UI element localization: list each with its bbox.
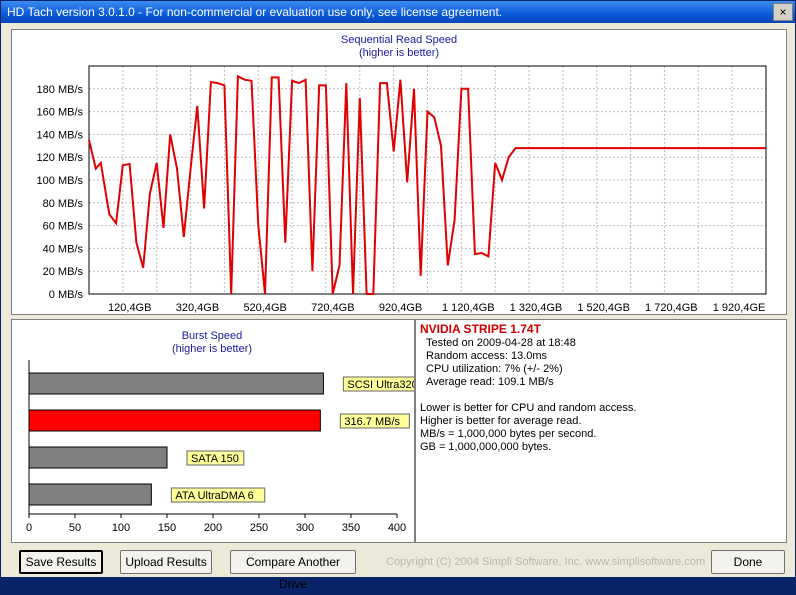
read-x-tick-label: 520,4GB <box>243 302 286 314</box>
note-gb-definition: GB = 1,000,000,000 bytes. <box>420 441 552 453</box>
tested-date: Tested on 2009-04-28 at 18:48 <box>426 337 576 349</box>
compare-another-drive-button[interactable]: Compare Another Drive <box>230 550 356 591</box>
read-x-tick-label: 1 720,4GB <box>645 302 698 314</box>
title-bar: HD Tach version 3.0.1.0 - For non-commer… <box>1 1 795 23</box>
save-results-button[interactable]: Save Results <box>19 550 103 574</box>
burst-chart: 0 50 100 150 200 250 300 350 400 SCSI Ultra320 316… <box>26 360 414 534</box>
burst-bar <box>28 483 152 506</box>
upload-results-button[interactable]: Upload Results <box>120 550 212 574</box>
sequential-read-panel: Sequential Read Speed (higher is better)… <box>11 29 787 315</box>
results-info-panel: NVIDIA STRIPE 1.74T Tested on 2009-04-28… <box>415 319 787 543</box>
burst-bar-label: ATA UltraDMA 6 <box>175 490 253 502</box>
copyright-text: Copyright (C) 2004 Simpli Software, Inc.… <box>386 556 706 568</box>
burst-bar-label: 316.7 MB/s <box>344 416 400 428</box>
note-mbs-definition: MB/s = 1,000,000 bytes per second. <box>420 428 597 440</box>
read-x-tick-label: 1 920,4GE <box>713 302 766 314</box>
random-access: Random access: 13.0ms <box>426 350 548 362</box>
read-x-tick-label: 1 520,4GB <box>577 302 630 314</box>
read-x-tick-label: 1 320,4GB <box>510 302 563 314</box>
burst-x-tick-label: 0 <box>26 522 32 534</box>
burst-bar-label: SATA 150 <box>191 453 239 465</box>
read-y-tick-label: 100 MB/s <box>37 175 84 187</box>
read-y-tick-label: 180 MB/s <box>37 84 84 96</box>
burst-speed-panel: Burst Speed (higher is better) 0 50 100 150… <box>11 319 415 543</box>
read-x-tick-label: 920,4GB <box>379 302 422 314</box>
read-y-tick-label: 140 MB/s <box>37 129 84 141</box>
burst-x-tick-label: 150 <box>158 522 176 534</box>
burst-x-tick-label: 350 <box>342 522 360 534</box>
read-y-tick-label: 0 MB/s <box>49 289 84 301</box>
close-button[interactable]: × <box>773 3 793 21</box>
read-y-tick-label: 160 MB/s <box>37 107 84 119</box>
app-window: HD Tach version 3.0.1.0 - For non-commer… <box>0 0 796 591</box>
burst-x-tick-label: 250 <box>250 522 268 534</box>
read-grid <box>88 65 767 295</box>
note-higher-better: Higher is better for average read. <box>420 415 582 427</box>
read-speed-line <box>88 74 766 295</box>
read-y-tick-label: 80 MB/s <box>43 198 84 210</box>
read-y-tick-label: 20 MB/s <box>43 266 84 278</box>
burst-bar <box>28 409 321 432</box>
burst-x-tick-label: 200 <box>204 522 222 534</box>
read-x-tick-label: 320,4GB <box>176 302 219 314</box>
drive-name: NVIDIA STRIPE 1.74T <box>420 322 541 336</box>
read-x-tick-label: 120,4GB <box>108 302 151 314</box>
burst-x-tick-label: 100 <box>112 522 130 534</box>
burst-bar <box>28 372 324 395</box>
burst-bar-label: SCSI Ultra320 <box>347 379 414 391</box>
window-title: HD Tach version 3.0.1.0 - For non-commer… <box>7 5 503 19</box>
done-button[interactable]: Done <box>711 550 785 574</box>
burst-x-tick-label: 50 <box>69 522 81 534</box>
cpu-utilization: CPU utilization: 7% (+/- 2%) <box>426 363 563 375</box>
burst-bar <box>28 446 168 469</box>
burst-x-tick-label: 300 <box>296 522 314 534</box>
read-chart: 0 MB/s 20 MB/s 40 MB/s 60 MB/s 80 MB/s 100 MB… <box>37 65 767 314</box>
note-lower-better: Lower is better for CPU and random acces… <box>420 402 637 414</box>
read-y-tick-label: 60 MB/s <box>43 221 84 233</box>
read-y-tick-label: 120 MB/s <box>37 152 84 164</box>
average-read: Average read: 109.1 MB/s <box>426 376 554 388</box>
read-y-tick-label: 40 MB/s <box>43 243 84 255</box>
read-x-tick-label: 1 120,4GB <box>442 302 495 314</box>
read-x-tick-label: 720,4GB <box>311 302 354 314</box>
burst-x-tick-label: 400 <box>388 522 406 534</box>
